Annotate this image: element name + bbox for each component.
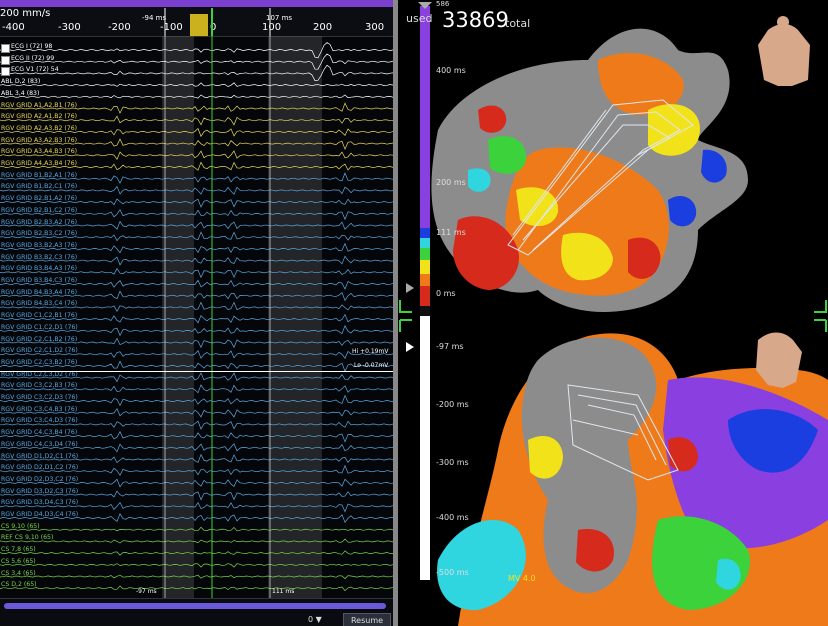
lead-checkbox[interactable]: [1, 44, 10, 53]
lead-label[interactable]: CS 5,6 (65): [1, 558, 36, 565]
lead-label[interactable]: RGV GRID B4,B3,A4 (76): [1, 289, 77, 296]
lead-label[interactable]: CS 9,10 (65): [1, 523, 40, 530]
lead-checkbox[interactable]: [1, 55, 10, 65]
lead-checkbox[interactable]: [1, 67, 10, 77]
lead-label[interactable]: RGV GRID B1,B2,A1 (76): [1, 172, 77, 179]
lead-label[interactable]: RGV GRID C2,C3,B2 (76): [1, 359, 77, 366]
lead-label[interactable]: RGV GRID B2,B3,C2 (76): [1, 230, 77, 237]
activation-map-panel[interactable]: 400 ms 200 ms 111 ms 0 ms -97 ms -200 ms…: [398, 0, 828, 626]
total-label: total: [505, 17, 531, 30]
lead-label[interactable]: RGV GRID D2,D1,C2 (76): [1, 464, 78, 471]
lead-label[interactable]: ECG V1 (72) 54: [11, 66, 59, 73]
timeline-scrollbar[interactable]: [4, 603, 386, 609]
scale-label: 400 ms: [436, 66, 466, 75]
lead-label[interactable]: RGV GRID A3,A2,B3 (76): [1, 137, 77, 144]
map-canvas[interactable]: [398, 0, 828, 626]
lead-label[interactable]: RGV GRID B3,B2,A3 (76): [1, 242, 77, 249]
lead-label[interactable]: RGV GRID D2,D3,C2 (76): [1, 476, 78, 483]
mv-label: MV 4.0: [508, 574, 536, 583]
lead-label[interactable]: CS 7,8 (65): [1, 546, 36, 553]
lead-label[interactable]: RGV GRID C2,C1,D2 (76): [1, 347, 78, 354]
lead-label[interactable]: RGV GRID B2,B1,A2 (76): [1, 195, 77, 202]
scale-label: -300 ms: [436, 458, 469, 467]
scale-handle-icon[interactable]: [406, 283, 414, 293]
lead-label[interactable]: RGV GRID A1,A2,B1 (76): [1, 102, 77, 109]
lead-label[interactable]: RGV GRID A4,A3,B4 (76): [1, 160, 77, 167]
scale-label: -97 ms: [436, 342, 464, 351]
egm-trace: [0, 538, 393, 544]
lead-label[interactable]: RGV GRID C3,C4,D3 (76): [1, 417, 78, 424]
lead-label[interactable]: RGV GRID C4,C3,B4 (76): [1, 429, 77, 436]
ruler-markers: [164, 8, 271, 36]
lead-label[interactable]: RGV GRID B3,B4,A3 (76): [1, 265, 77, 272]
egm-trace: [0, 42, 393, 59]
activation-scale-bar[interactable]: [418, 2, 432, 582]
lead-label[interactable]: RGV GRID D3,D4,C3 (76): [1, 499, 78, 506]
lead-label[interactable]: REF CS 9,10 (65): [1, 534, 53, 541]
egm-trace: [0, 563, 393, 568]
lead-label[interactable]: RGV GRID D4,D3,C4 (76): [1, 511, 78, 518]
left-cursor-value: -97 ms: [136, 588, 157, 595]
lead-label[interactable]: RGV GRID C4,C3,D4 (76): [1, 441, 78, 448]
lead-label[interactable]: RGV GRID C3,C2,B3 (76): [1, 382, 77, 389]
scale-max-label: 586: [436, 0, 450, 8]
scale-label: -500 ms: [436, 568, 469, 577]
scale-label: 111 ms: [436, 228, 466, 237]
egm-trace: [0, 526, 393, 532]
lead-label[interactable]: RGV GRID C1,C2,D1 (76): [1, 324, 78, 331]
lead-label[interactable]: RGV GRID A2,A1,B2 (76): [1, 113, 77, 120]
point-count: 33869: [442, 8, 509, 32]
lead-label[interactable]: RGV GRID C2,C1,B2 (76): [1, 336, 77, 343]
scale-label: -400 ms: [436, 513, 469, 522]
resume-button[interactable]: Resume: [343, 613, 391, 626]
lead-label[interactable]: CS D,2 (65): [1, 581, 37, 588]
lead-label[interactable]: ECG I (72) 98: [11, 43, 52, 50]
lead-label[interactable]: RGV GRID B2,B3,A2 (76): [1, 219, 77, 226]
lead-label[interactable]: RGV GRID D3,D2,C3 (76): [1, 488, 78, 495]
lead-label[interactable]: CS 3,4 (65): [1, 570, 36, 577]
gain-select[interactable]: 0 ▼: [308, 615, 322, 624]
egm-panel: 200 mm/s -94 ms 107 ms -400 -300 -200 -1…: [0, 0, 393, 626]
lead-label[interactable]: RGV GRID C3,C4,B3 (76): [1, 406, 77, 413]
egm-trace: [0, 94, 393, 99]
lead-label[interactable]: RGV GRID A3,A4,B3 (76): [1, 148, 77, 155]
used-label: used: [406, 12, 433, 25]
gain-value: 0: [308, 615, 314, 624]
egm-trace: [0, 585, 393, 592]
lead-label[interactable]: RGV GRID C1,C2,B1 (76): [1, 312, 77, 319]
scale-label: 0 ms: [436, 289, 456, 298]
lead-label[interactable]: RGV GRID B4,B3,C4 (76): [1, 300, 77, 307]
egm-bottom-bar: 0 ▼ Resume: [0, 598, 393, 626]
lo-threshold-label: Lo -0.07mV: [354, 362, 389, 369]
right-cursor-value: 111 ms: [272, 588, 295, 595]
scale-label: -200 ms: [436, 400, 469, 409]
scale-label: 200 ms: [436, 178, 466, 187]
time-ruler[interactable]: 200 mm/s -94 ms 107 ms -400 -300 -200 -1…: [0, 0, 393, 37]
lead-label[interactable]: RGV GRID D1,D2,C1 (76): [1, 453, 78, 460]
lead-label[interactable]: ABL D,2 (83): [1, 78, 40, 85]
lead-label[interactable]: RGV GRID B1,B2,C1 (76): [1, 183, 77, 190]
hi-threshold-label: Hi +0.19mV: [352, 348, 389, 355]
egm-trace: [0, 82, 393, 87]
reference-line[interactable]: [0, 371, 393, 372]
scale-handle-icon[interactable]: [406, 342, 414, 352]
lead-label[interactable]: RGV GRID B3,B2,C3 (76): [1, 254, 77, 261]
lead-label[interactable]: RGV GRID B2,B1,C2 (76): [1, 207, 77, 214]
egm-trace: [0, 574, 393, 580]
lead-label[interactable]: RGV GRID A2,A3,B2 (76): [1, 125, 77, 132]
lead-label[interactable]: RGV GRID B3,B4,C3 (76): [1, 277, 77, 284]
lead-label[interactable]: RGV GRID C3,C2,D3 (76): [1, 394, 78, 401]
lead-label[interactable]: ABL 3,4 (83): [1, 90, 39, 97]
egm-trace: [0, 550, 393, 556]
lead-label[interactable]: ECG II (72) 99: [11, 55, 54, 62]
